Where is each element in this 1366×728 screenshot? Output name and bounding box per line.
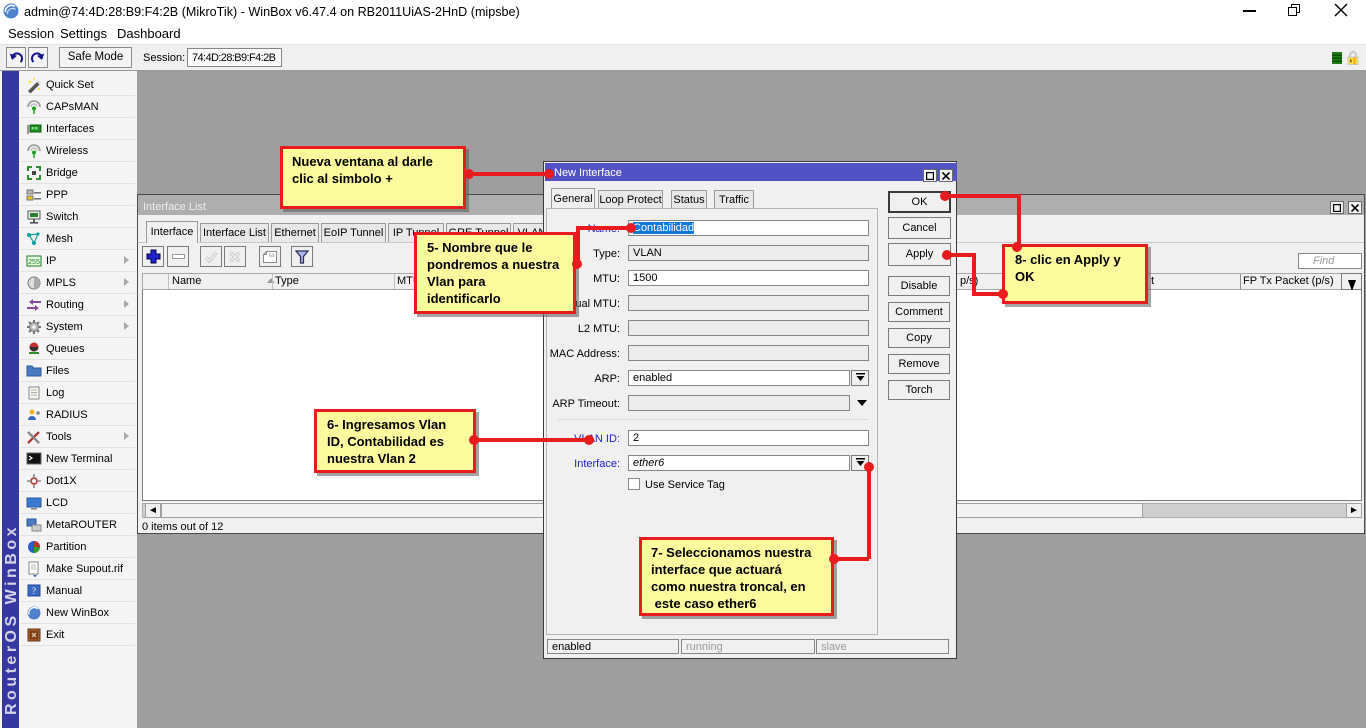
svg-text:?: ? [32,586,36,596]
svg-text:255: 255 [28,259,40,266]
